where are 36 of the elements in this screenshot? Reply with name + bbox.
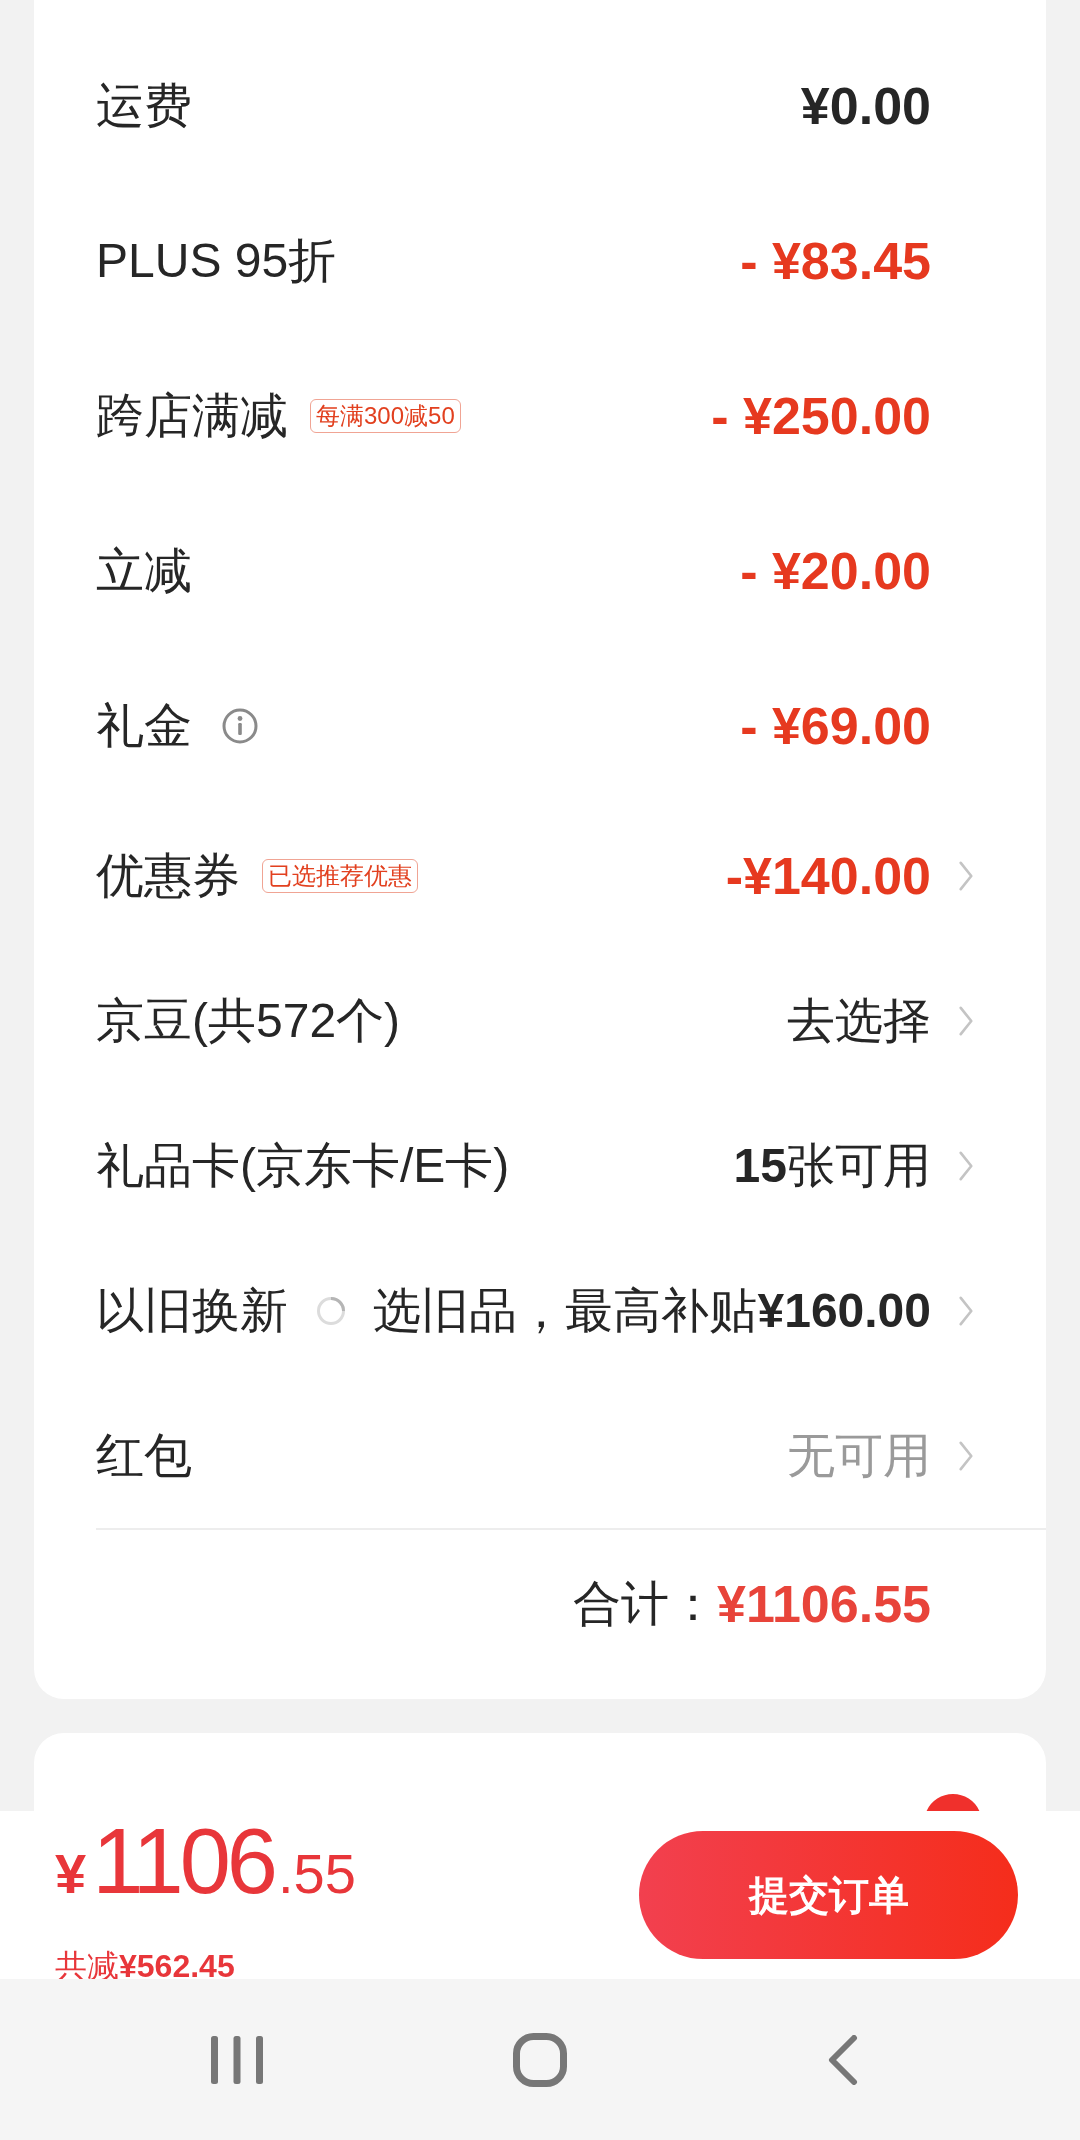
row-label: 立减 xyxy=(96,542,192,599)
row-value: 无可用 xyxy=(787,1427,931,1484)
row-label: 京豆(共572个) xyxy=(96,992,401,1049)
info-icon[interactable] xyxy=(222,707,258,744)
row-value: - ¥83.45 xyxy=(740,230,931,291)
row-value: ¥0.00 xyxy=(800,75,931,136)
row-label: 优惠券 xyxy=(96,847,240,904)
total-amount: ¥1106.55 xyxy=(716,1574,931,1634)
ring-icon xyxy=(316,1295,346,1326)
home-icon[interactable] xyxy=(513,2032,567,2087)
row-label: 跨店满减 xyxy=(96,387,288,444)
submit-button[interactable]: 提交订单 xyxy=(639,1831,1018,1960)
chevron-icon[interactable] xyxy=(959,1004,973,1037)
row-label: PLUS 95折 xyxy=(96,232,337,289)
row-label: 礼金 xyxy=(96,697,192,754)
recents-icon[interactable] xyxy=(211,2035,263,2084)
chevron-icon[interactable] xyxy=(959,1294,973,1327)
row-value: 选旧品，最高补贴¥160.00 xyxy=(373,1282,931,1339)
back-icon[interactable] xyxy=(828,2034,858,2085)
row-value: 15张可用 xyxy=(733,1137,931,1194)
row-value: - ¥20.00 xyxy=(740,540,931,601)
row-label: 红包 xyxy=(96,1427,192,1484)
row-label: 礼品卡(京东卡/E卡) xyxy=(96,1137,510,1194)
row-value: - ¥69.00 xyxy=(740,695,931,756)
promo-tag: 已选推荐优惠 xyxy=(262,858,418,893)
chevron-icon[interactable] xyxy=(959,859,973,892)
row-value: 去选择 xyxy=(787,992,931,1049)
row-value: -¥140.00 xyxy=(725,845,931,906)
row-label: 运费 xyxy=(96,77,192,134)
total-label: 合计： xyxy=(572,1576,717,1632)
row-label: 以旧换新 xyxy=(96,1282,288,1339)
promo-tag: 每满300减50 xyxy=(310,398,461,433)
row-value: - ¥250.00 xyxy=(711,385,931,446)
chevron-icon[interactable] xyxy=(959,1149,973,1182)
chevron-icon[interactable] xyxy=(959,1439,973,1472)
total-price: ¥1106.55 xyxy=(55,1810,356,1914)
